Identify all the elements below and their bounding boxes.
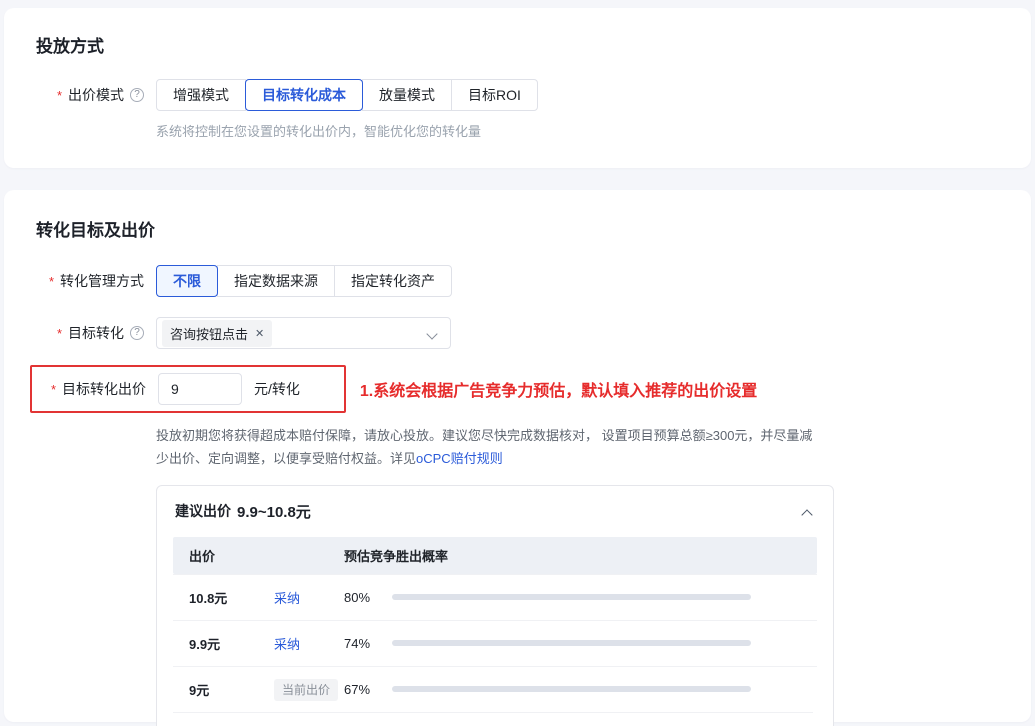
bid-mode-option-target-cpa[interactable]: 目标转化成本 [245, 79, 363, 111]
win-rate-bar [392, 640, 751, 646]
chevron-down-icon[interactable] [428, 328, 438, 338]
win-rate-bar [392, 686, 751, 692]
annotation-highlight-box: 目标转化出价 元/转化 [30, 365, 346, 413]
suggested-bid-panel: 建议出价 9.9~10.8元 出价 预估竞争胜出概率 10.8元 采纳 80% … [156, 485, 834, 726]
adopt-link[interactable]: 采纳 [274, 591, 300, 606]
estimate-disclaimer: 以上预估基于与您推广业务相似的广告主设置，仅作为参考，实际竞价胜出情况会受到素材… [173, 712, 813, 726]
bid-mode-helper-text: 系统将控制在您设置的转化出价内，智能优化您的转化量 [156, 121, 999, 140]
bid-table-row: 9元 当前出价 67% [173, 666, 817, 712]
bid-table-header: 出价 预估竞争胜出概率 [173, 537, 817, 574]
current-bid-badge: 当前出价 [274, 679, 338, 701]
conversion-target-section: 转化目标及出价 转化管理方式 不限 指定数据来源 指定转化资产 目标转化 咨询按… [4, 190, 1031, 722]
column-header-win-rate: 预估竞争胜出概率 [344, 546, 448, 565]
conversion-management-segmented-control: 不限 指定数据来源 指定转化资产 [156, 265, 452, 297]
bid-value: 10.8元 [189, 588, 274, 607]
delivery-method-section: 投放方式 出价模式 增强模式 目标转化成本 放量模式 目标ROI 系统将控制在您… [4, 8, 1031, 168]
target-bid-input[interactable] [158, 373, 242, 405]
bid-table-row: 9.9元 采纳 74% [173, 620, 817, 666]
suggested-bid-panel-header[interactable]: 建议出价 9.9~10.8元 [157, 486, 833, 535]
conversion-management-option-data-source[interactable]: 指定数据来源 [217, 265, 335, 297]
suggested-bid-range: 9.9~10.8元 [237, 501, 311, 522]
bid-value: 9元 [189, 680, 274, 699]
win-rate-value: 74% [344, 636, 392, 651]
win-rate-value: 80% [344, 590, 392, 605]
bid-mode-option-enhanced[interactable]: 增强模式 [156, 79, 246, 111]
compensation-note: 投放初期您将获得超成本赔付保障，请放心投放。建议您尽快完成数据核对， 设置项目预… [156, 425, 824, 471]
bid-unit-label: 元/转化 [254, 379, 300, 399]
bid-mode-label: 出价模式 [36, 79, 144, 111]
target-bid-label: 目标转化出价 [32, 373, 146, 405]
bid-value: 9.9元 [189, 634, 274, 653]
section-title-conversion: 转化目标及出价 [36, 216, 999, 241]
bid-table-row: 10.8元 采纳 80% [173, 574, 817, 620]
bid-mode-row: 出价模式 增强模式 目标转化成本 放量模式 目标ROI [36, 79, 999, 111]
bid-mode-segmented-control: 增强模式 目标转化成本 放量模式 目标ROI [156, 79, 538, 111]
chevron-up-icon[interactable] [803, 506, 813, 516]
ocpc-rules-link[interactable]: oCPC赔付规则 [416, 451, 503, 466]
bid-mode-option-volume[interactable]: 放量模式 [362, 79, 452, 111]
selected-conversion-tag: 咨询按钮点击 [162, 320, 272, 347]
conversion-management-row: 转化管理方式 不限 指定数据来源 指定转化资产 [36, 265, 999, 297]
target-bid-row: 目标转化出价 元/转化 1.系统会根据广告竞争力预估，默认填入推荐的出价设置 [36, 365, 999, 413]
target-conversion-label: 目标转化 [36, 317, 144, 349]
annotation-text: 1.系统会根据广告竞争力预估，默认填入推荐的出价设置 [360, 377, 757, 401]
adopt-link[interactable]: 采纳 [274, 637, 300, 652]
conversion-management-option-unlimited[interactable]: 不限 [156, 265, 218, 297]
conversion-management-option-asset[interactable]: 指定转化资产 [334, 265, 452, 297]
bid-mode-option-target-roi[interactable]: 目标ROI [451, 79, 538, 111]
column-header-bid: 出价 [189, 546, 344, 565]
suggested-bid-title: 建议出价 [175, 501, 231, 521]
win-rate-value: 67% [344, 682, 392, 697]
win-rate-bar [392, 594, 751, 600]
target-conversion-select[interactable]: 咨询按钮点击 [156, 317, 451, 349]
help-icon[interactable] [130, 326, 144, 340]
section-title-delivery-method: 投放方式 [36, 32, 999, 57]
target-conversion-row: 目标转化 咨询按钮点击 [36, 317, 999, 349]
conversion-management-label: 转化管理方式 [36, 265, 144, 297]
remove-tag-icon[interactable] [255, 327, 264, 340]
help-icon[interactable] [130, 88, 144, 102]
